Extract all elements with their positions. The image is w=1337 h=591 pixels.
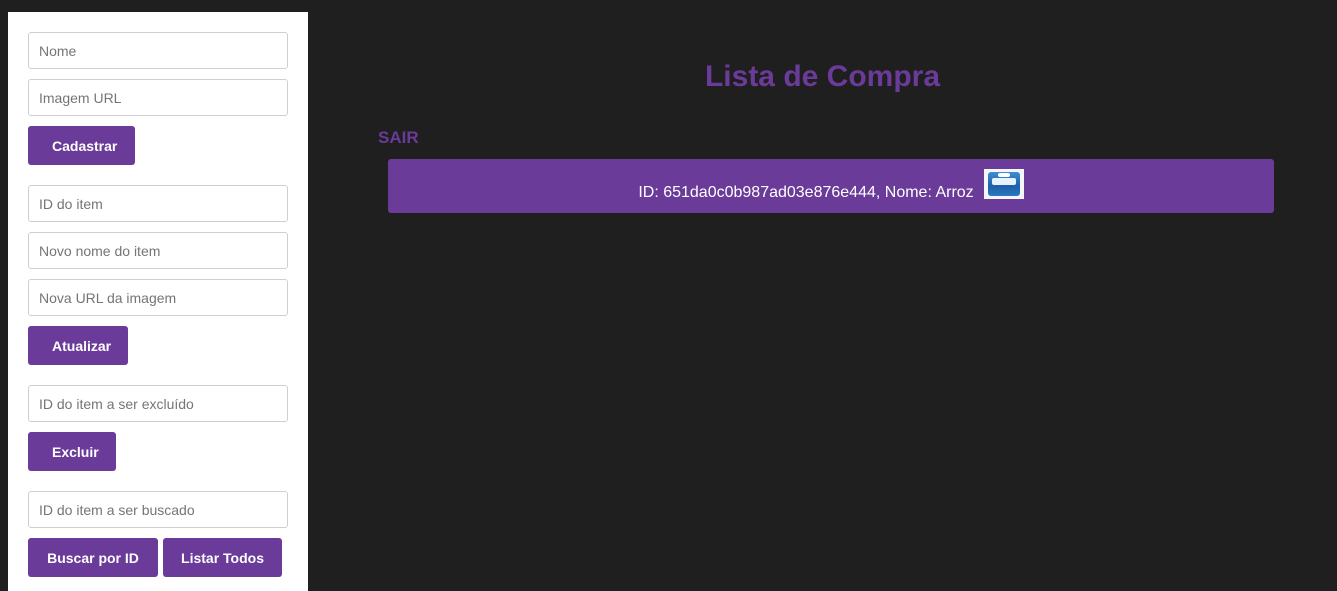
delete-form: Excluir <box>28 385 288 471</box>
list-all-button[interactable]: Listar Todos <box>163 538 282 577</box>
search-actions: Buscar por ID Listar Todos <box>28 538 288 577</box>
update-button[interactable]: Atualizar <box>28 326 128 365</box>
create-button[interactable]: Cadastrar <box>28 126 135 165</box>
search-form: Buscar por ID Listar Todos <box>28 491 288 577</box>
sidebar: Cadastrar Atualizar Excluir Buscar por I… <box>8 12 308 591</box>
name-input[interactable] <box>28 32 288 69</box>
image-url-input[interactable] <box>28 79 288 116</box>
update-form: Atualizar <box>28 185 288 365</box>
page-title: Lista de Compra <box>704 60 941 93</box>
create-form: Cadastrar <box>28 32 288 165</box>
logout-link[interactable]: SAIR <box>378 128 419 148</box>
rice-package-thumbnail-icon <box>983 169 1024 199</box>
delete-button[interactable]: Excluir <box>28 432 116 471</box>
search-by-id-button[interactable]: Buscar por ID <box>28 538 158 577</box>
search-id-input[interactable] <box>28 491 288 528</box>
item-text: ID: 651da0c0b987ad03e876e444, Nome: Arro… <box>638 184 974 201</box>
list-item: ID: 651da0c0b987ad03e876e444, Nome: Arro… <box>388 159 1274 213</box>
delete-id-input[interactable] <box>28 385 288 422</box>
new-image-url-input[interactable] <box>28 279 288 316</box>
new-name-input[interactable] <box>28 232 288 269</box>
update-id-input[interactable] <box>28 185 288 222</box>
